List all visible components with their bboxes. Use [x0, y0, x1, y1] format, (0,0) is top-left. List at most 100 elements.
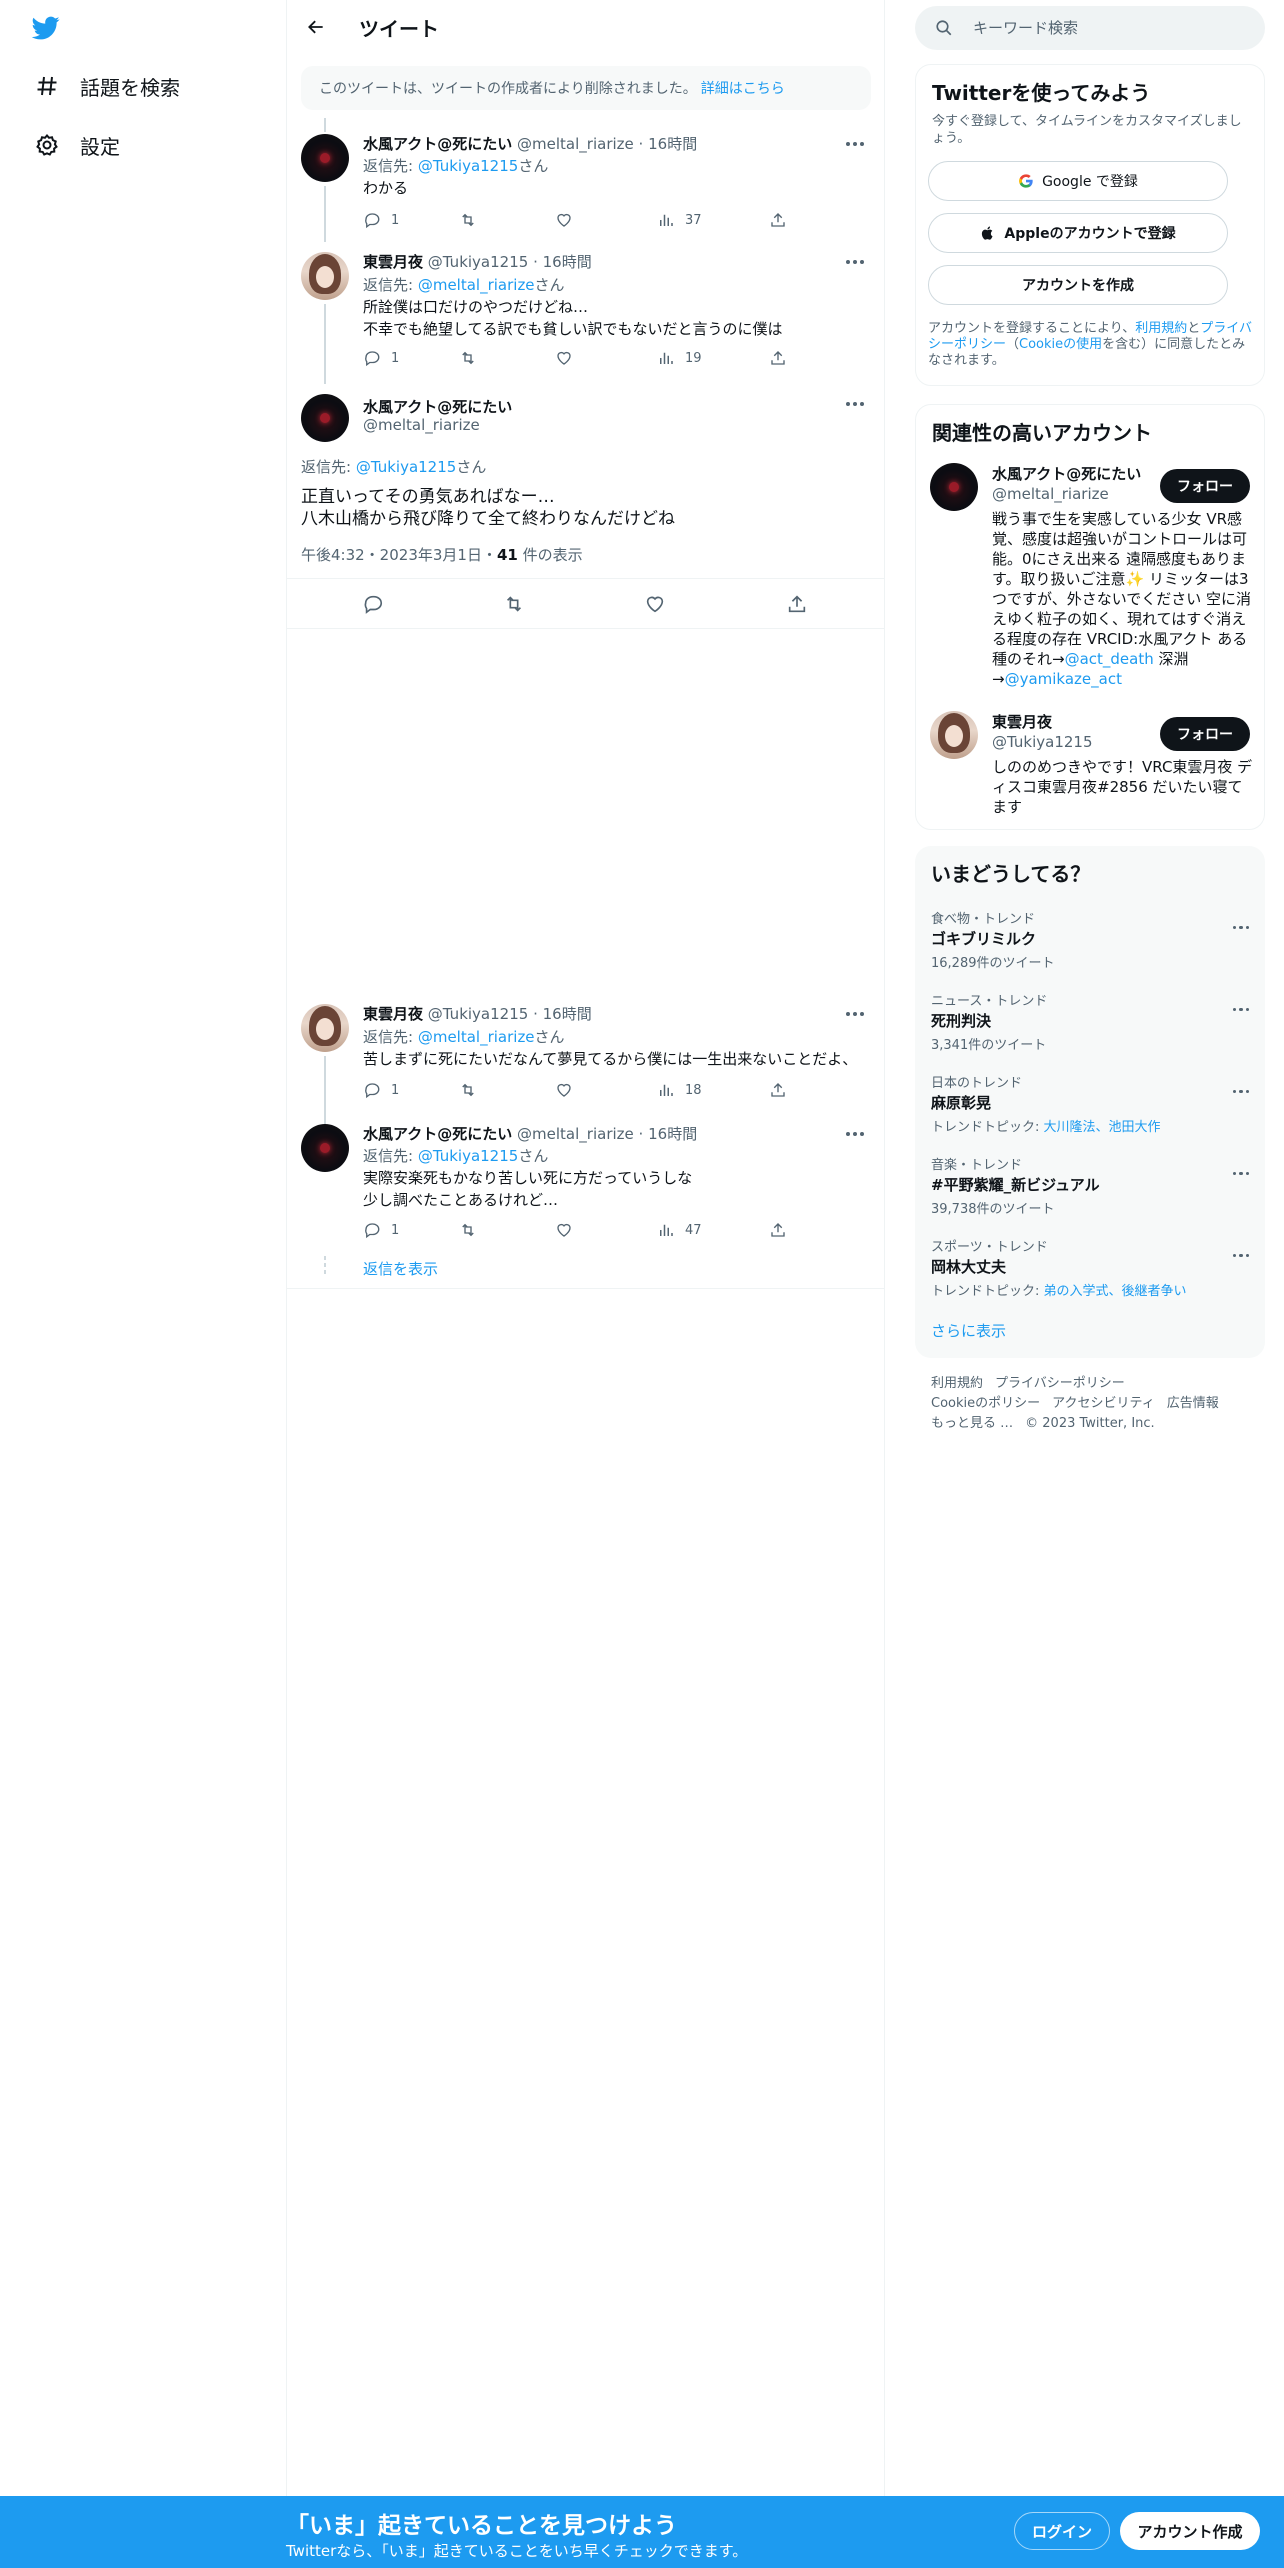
twitter-logo-icon[interactable]	[30, 14, 70, 44]
like-button[interactable]	[555, 348, 573, 368]
apple-signup-button[interactable]: Appleのアカウントで登録	[928, 213, 1228, 253]
reply-button[interactable]: 1	[363, 1220, 399, 1240]
learn-more-link[interactable]: 詳細はこちら	[701, 78, 785, 98]
views-button[interactable]: 19	[657, 348, 702, 368]
like-button[interactable]	[555, 1080, 573, 1100]
author-name[interactable]: 東雲月夜	[363, 253, 423, 271]
follow-button[interactable]: フォロー	[1160, 469, 1250, 503]
reply-to-link[interactable]: @Tukiya1215	[418, 1147, 519, 1165]
account-name[interactable]: 水風アクト@死にたい	[992, 463, 1141, 484]
bio-link[interactable]: @act_death	[1065, 650, 1154, 668]
share-icon	[771, 1083, 785, 1097]
retweet-button[interactable]	[459, 1220, 477, 1240]
footer-cookie-link[interactable]: Cookieのポリシー	[931, 1396, 1040, 1411]
account-handle[interactable]: @meltal_riarize	[992, 485, 1109, 503]
tweet-time[interactable]: 16時間	[543, 253, 592, 271]
author-handle[interactable]: @Tukiya1215	[428, 1005, 529, 1023]
share-button[interactable]	[769, 348, 787, 368]
trend-item[interactable]: スポーツ・トレンド 岡林大丈夫 トレンドトピック: 弟の入学式、後継者争い	[931, 1236, 1251, 1316]
trend-item[interactable]: ニュース・トレンド 死刑判決 3,341件のツイート	[931, 990, 1251, 1070]
like-button[interactable]	[555, 1220, 573, 1240]
retweet-button[interactable]	[459, 348, 477, 368]
signup-button[interactable]: アカウント作成	[1120, 2512, 1260, 2550]
tweet-timestamp[interactable]: 午後4:32・2023年3月1日・	[301, 546, 497, 564]
nav-settings[interactable]: 設定	[34, 123, 120, 167]
bio-link[interactable]: @yamikaze_act	[1005, 670, 1122, 688]
like-button[interactable]	[643, 592, 667, 616]
trend-item[interactable]: 食べ物・トレンド ゴキブリミルク 16,289件のツイート	[931, 908, 1251, 988]
views-button[interactable]: 18	[657, 1080, 702, 1100]
account-name[interactable]: 東雲月夜	[992, 711, 1052, 732]
more-icon[interactable]	[844, 1004, 866, 1024]
share-button[interactable]	[769, 1080, 787, 1100]
share-button[interactable]	[769, 210, 787, 230]
account-handle[interactable]: @Tukiya1215	[992, 733, 1093, 751]
back-arrow-icon[interactable]	[301, 12, 331, 42]
more-icon[interactable]	[844, 252, 866, 272]
search-input[interactable]	[973, 19, 1233, 37]
more-icon[interactable]	[1231, 1078, 1251, 1093]
tweet-time[interactable]: 16時間	[648, 1125, 697, 1143]
trend-item[interactable]: 日本のトレンド 麻原彰晃 トレンドトピック: 大川隆法、池田大作	[931, 1072, 1251, 1152]
trend-item[interactable]: 音楽・トレンド #平野紫耀_新ビジュアル 39,738件のツイート	[931, 1154, 1251, 1234]
avatar[interactable]	[301, 252, 349, 300]
author-handle[interactable]: @Tukiya1215	[428, 253, 529, 271]
reply-to-link[interactable]: @Tukiya1215	[356, 458, 457, 476]
like-button[interactable]	[555, 210, 573, 230]
trend-topic-links[interactable]: 大川隆法、池田大作	[1044, 1120, 1161, 1135]
avatar[interactable]	[301, 134, 349, 182]
reply-button[interactable]	[361, 592, 385, 616]
avatar[interactable]	[301, 394, 349, 442]
footer-accessibility-link[interactable]: アクセシビリティ	[1052, 1396, 1155, 1411]
footer-privacy-link[interactable]: プライバシーポリシー	[995, 1376, 1125, 1391]
author-handle[interactable]: @meltal_riarize	[517, 135, 634, 153]
terms-link[interactable]: 利用規約	[1135, 321, 1187, 336]
author-name[interactable]: 東雲月夜	[363, 1005, 423, 1023]
reply-button[interactable]: 1	[363, 210, 399, 230]
reply-to-link[interactable]: @Tukiya1215	[418, 157, 519, 175]
retweet-button[interactable]	[459, 1080, 477, 1100]
reply-to-link[interactable]: @meltal_riarize	[418, 1028, 535, 1046]
more-icon[interactable]	[1231, 1242, 1251, 1257]
more-icon[interactable]	[1231, 1160, 1251, 1175]
author-name[interactable]: 水風アクト@死にたい	[363, 135, 512, 153]
more-icon[interactable]	[1231, 914, 1251, 929]
retweet-button[interactable]	[502, 592, 526, 616]
avatar[interactable]	[301, 1124, 349, 1172]
more-icon[interactable]	[844, 1124, 866, 1144]
reply-button[interactable]: 1	[363, 348, 399, 368]
more-icon[interactable]	[1231, 996, 1251, 1011]
retweet-button[interactable]	[459, 210, 477, 230]
trend-topic-links[interactable]: 弟の入学式、後継者争い	[1044, 1284, 1187, 1299]
author-handle[interactable]: @meltal_riarize	[363, 416, 480, 434]
more-icon[interactable]	[844, 134, 866, 154]
share-button[interactable]	[769, 1220, 787, 1240]
login-button[interactable]: ログイン	[1014, 2512, 1110, 2550]
cookie-link[interactable]: Cookieの使用	[1019, 337, 1102, 352]
avatar[interactable]	[930, 463, 978, 511]
footer-terms-link[interactable]: 利用規約	[931, 1376, 983, 1391]
author-name[interactable]: 水風アクト@死にたい	[363, 396, 512, 417]
avatar[interactable]	[301, 1004, 349, 1052]
footer-more-link[interactable]: もっと見る …	[931, 1416, 1013, 1431]
show-replies-link[interactable]: 返信を表示	[363, 1258, 438, 1279]
show-more-link[interactable]: さらに表示	[931, 1320, 1006, 1341]
share-button[interactable]	[785, 592, 809, 616]
google-signup-button[interactable]: Google で登録	[928, 161, 1228, 201]
author-handle[interactable]: @meltal_riarize	[517, 1125, 634, 1143]
tweet-time[interactable]: 16時間	[543, 1005, 592, 1023]
footer-ads-link[interactable]: 広告情報	[1167, 1396, 1219, 1411]
tweet-time[interactable]: 16時間	[648, 135, 697, 153]
views-button[interactable]: 47	[657, 1220, 702, 1240]
reply-button[interactable]: 1	[363, 1080, 399, 1100]
share-icon	[788, 595, 806, 613]
reply-to-link[interactable]: @meltal_riarize	[418, 276, 535, 294]
author-name[interactable]: 水風アクト@死にたい	[363, 1125, 512, 1143]
avatar[interactable]	[930, 711, 978, 759]
views-button[interactable]: 37	[657, 210, 702, 230]
search-box[interactable]	[915, 6, 1265, 50]
create-account-button[interactable]: アカウントを作成	[928, 265, 1228, 305]
follow-button[interactable]: フォロー	[1160, 717, 1250, 751]
more-icon[interactable]	[844, 394, 866, 414]
nav-explore[interactable]: 話題を検索	[34, 64, 180, 108]
